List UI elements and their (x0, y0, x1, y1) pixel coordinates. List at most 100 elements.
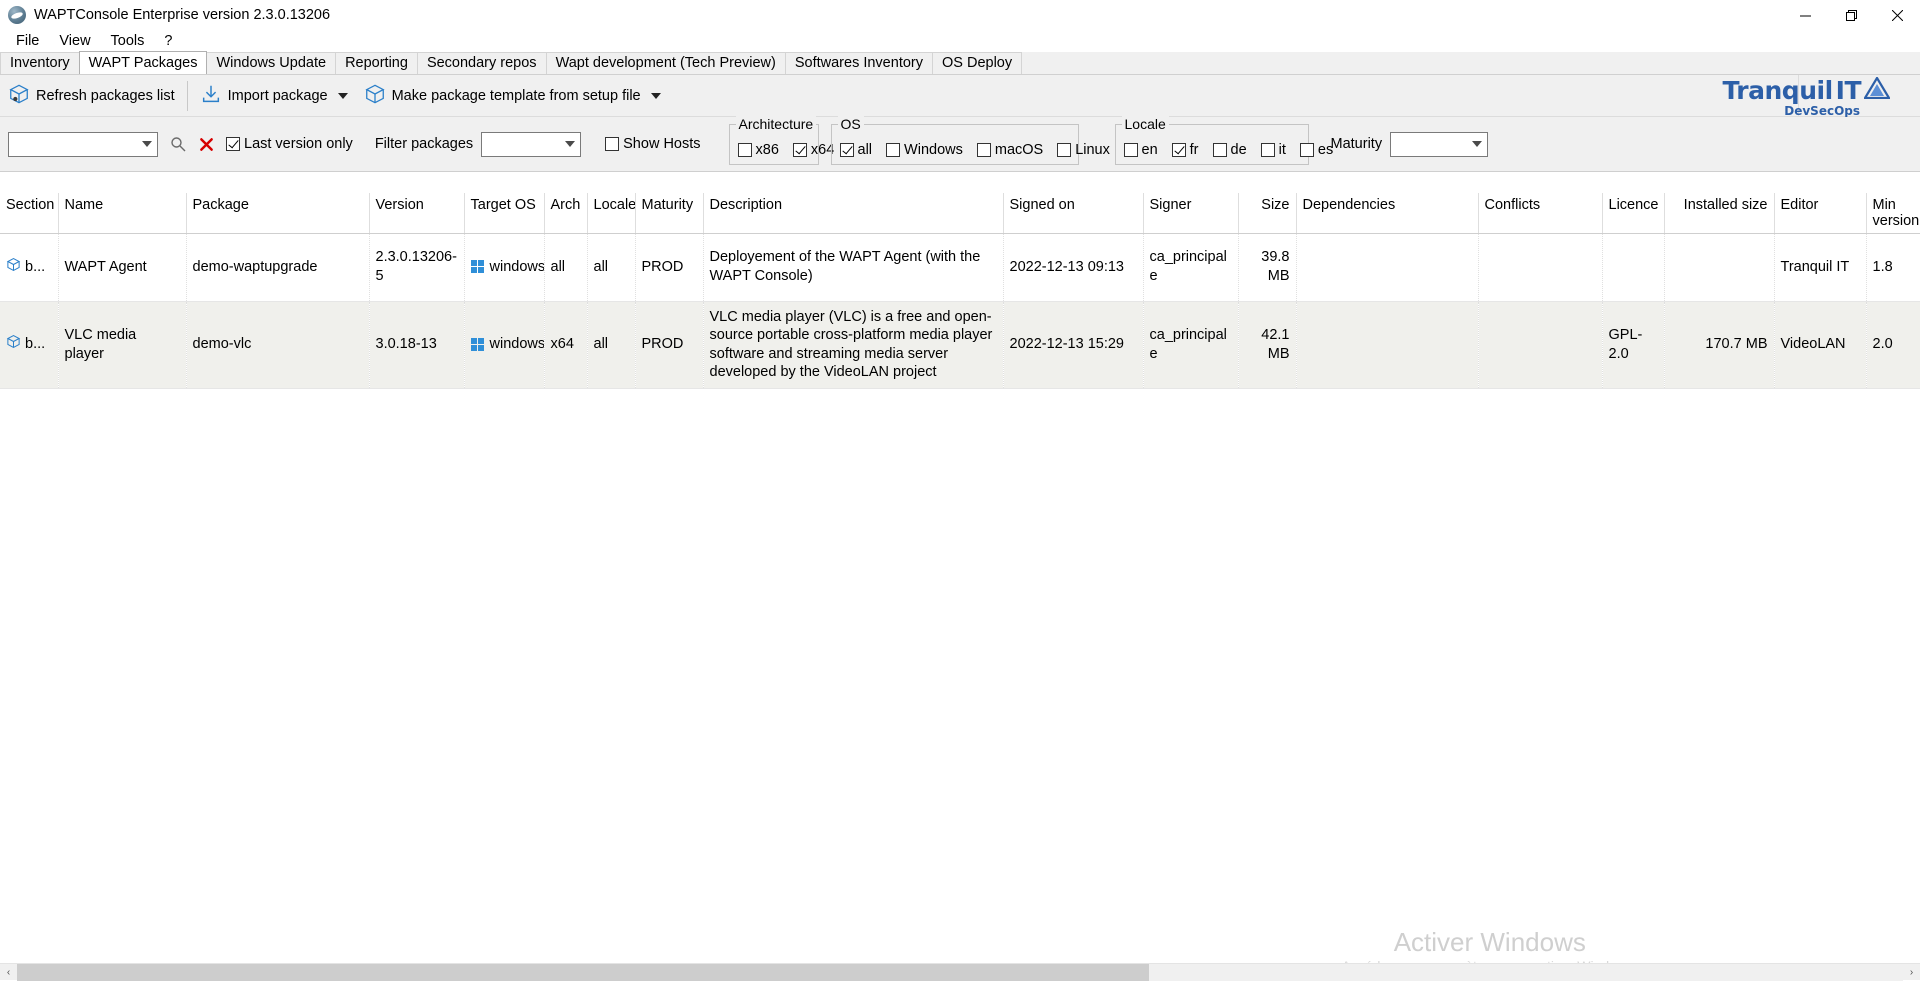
checkbox-box (1261, 143, 1275, 157)
checkbox-box (840, 143, 854, 157)
column-header-signer[interactable]: Signer (1143, 193, 1238, 233)
arch-x64-checkbox[interactable]: x64 (793, 142, 834, 158)
table-row[interactable]: b... VLC media player demo-vlc 3.0.18-13… (0, 301, 1920, 388)
refresh-packages-list-label: Refresh packages list (36, 88, 175, 104)
cell-maturity: PROD (635, 301, 703, 388)
column-header-name[interactable]: Name (58, 193, 186, 233)
locale-it-label: it (1279, 142, 1286, 158)
import-package-label: Import package (228, 88, 328, 104)
tab-os-deploy[interactable]: OS Deploy (932, 52, 1022, 74)
cell-editor: Tranquil IT (1774, 233, 1866, 301)
cell-size: 39.8 MB (1238, 233, 1296, 301)
tab-softwares-inventory[interactable]: Softwares Inventory (785, 52, 933, 74)
column-header-section[interactable]: Section (0, 193, 58, 233)
cell-conflicts (1478, 233, 1602, 301)
column-header-size[interactable]: Size (1238, 193, 1296, 233)
cell-licence (1602, 233, 1664, 301)
cell-target-os: windows (464, 301, 544, 388)
tab-secondary-repos[interactable]: Secondary repos (417, 52, 547, 74)
cell-signed-on: 2022-12-13 15:29 (1003, 301, 1143, 388)
toolbar: Refresh packages list Import package Mak… (0, 75, 1920, 117)
cell-name: VLC media player (58, 301, 186, 388)
os-linux-label: Linux (1075, 142, 1110, 158)
window-title: WAPTConsole Enterprise version 2.3.0.132… (34, 7, 330, 23)
os-macos-label: macOS (995, 142, 1043, 158)
cell-target-os: windows (464, 233, 544, 301)
filter-bar: Last version only Filter packages Show H… (0, 117, 1920, 172)
tab-windows-update[interactable]: Windows Update (206, 52, 336, 74)
scrollbar-track[interactable] (17, 964, 1903, 981)
column-header-version[interactable]: Version (369, 193, 464, 233)
locale-group: Locale en fr de it es (1115, 124, 1309, 165)
show-hosts-label: Show Hosts (623, 136, 700, 152)
menu-file[interactable]: File (6, 31, 49, 51)
scroll-right-arrow-icon[interactable]: › (1903, 964, 1920, 981)
table-row[interactable]: b... WAPT Agent demo-waptupgrade 2.3.0.1… (0, 233, 1920, 301)
refresh-packages-list-button[interactable]: Refresh packages list (0, 79, 183, 113)
column-header-locale[interactable]: Locale (587, 193, 635, 233)
clear-filter-icon[interactable] (192, 130, 220, 158)
os-macos-checkbox[interactable]: macOS (977, 142, 1043, 158)
column-header-target-os[interactable]: Target OS (464, 193, 544, 233)
brand-name-part2: IT (1836, 78, 1861, 103)
column-header-description[interactable]: Description (703, 193, 1003, 233)
horizontal-scrollbar[interactable]: ‹ › (0, 963, 1920, 980)
checkbox-box (1172, 143, 1186, 157)
search-icon[interactable] (164, 130, 192, 158)
table-header-row: Section Name Package Version Target OS A… (0, 193, 1920, 233)
column-header-licence[interactable]: Licence (1602, 193, 1664, 233)
cell-dependencies (1296, 233, 1478, 301)
cell-locale: all (587, 233, 635, 301)
last-version-only-checkbox[interactable]: Last version only (226, 136, 353, 152)
maturity-label: Maturity (1331, 136, 1383, 152)
locale-en-label: en (1142, 142, 1158, 158)
column-header-installed-size[interactable]: Installed size (1664, 193, 1774, 233)
column-header-dependencies[interactable]: Dependencies (1296, 193, 1478, 233)
locale-it-checkbox[interactable]: it (1261, 142, 1286, 158)
tab-inventory[interactable]: Inventory (0, 52, 80, 74)
column-header-maturity[interactable]: Maturity (635, 193, 703, 233)
cell-section: b... (0, 233, 58, 301)
os-all-checkbox[interactable]: all (840, 142, 873, 158)
column-header-signed-on[interactable]: Signed on (1003, 193, 1143, 233)
menu-bar: File View Tools ? (0, 30, 1920, 52)
locale-de-checkbox[interactable]: de (1213, 142, 1247, 158)
cell-package: demo-waptupgrade (186, 233, 369, 301)
chevron-down-icon-2[interactable] (651, 93, 661, 99)
close-button[interactable] (1874, 0, 1920, 30)
locale-group-title: Locale (1122, 116, 1169, 132)
search-combo[interactable] (8, 132, 158, 157)
filter-packages-combo[interactable] (481, 132, 581, 157)
make-package-template-button[interactable]: Make package template from setup file (356, 79, 669, 113)
column-header-editor[interactable]: Editor (1774, 193, 1866, 233)
cell-arch: all (544, 233, 587, 301)
menu-tools[interactable]: Tools (101, 31, 155, 51)
column-header-package[interactable]: Package (186, 193, 369, 233)
locale-en-checkbox[interactable]: en (1124, 142, 1158, 158)
locale-es-checkbox[interactable]: es (1300, 142, 1333, 158)
import-package-button[interactable]: Import package (192, 79, 356, 113)
arch-x86-checkbox[interactable]: x86 (738, 142, 779, 158)
menu-view[interactable]: View (49, 31, 100, 51)
os-windows-checkbox[interactable]: Windows (886, 142, 963, 158)
cell-section-text: b... (25, 258, 45, 277)
cell-signed-on: 2022-12-13 09:13 (1003, 233, 1143, 301)
title-bar: WAPTConsole Enterprise version 2.3.0.132… (0, 0, 1920, 30)
scroll-left-arrow-icon[interactable]: ‹ (0, 964, 17, 981)
tab-wapt-packages[interactable]: WAPT Packages (79, 51, 208, 74)
column-header-min-version[interactable]: Min version (1866, 193, 1920, 233)
column-header-arch[interactable]: Arch (544, 193, 587, 233)
column-header-conflicts[interactable]: Conflicts (1478, 193, 1602, 233)
maximize-button[interactable] (1828, 0, 1874, 30)
tab-reporting[interactable]: Reporting (335, 52, 418, 74)
minimize-button[interactable] (1782, 0, 1828, 30)
maturity-combo[interactable] (1390, 132, 1488, 157)
packages-grid[interactable]: Section Name Package Version Target OS A… (0, 193, 1920, 964)
menu-help[interactable]: ? (154, 31, 182, 51)
chevron-down-icon[interactable] (338, 93, 348, 99)
show-hosts-checkbox[interactable]: Show Hosts (605, 136, 700, 152)
tab-wapt-development[interactable]: Wapt development (Tech Preview) (546, 52, 786, 74)
scrollbar-thumb[interactable] (17, 964, 1149, 981)
locale-fr-checkbox[interactable]: fr (1172, 142, 1199, 158)
os-linux-checkbox[interactable]: Linux (1057, 142, 1110, 158)
